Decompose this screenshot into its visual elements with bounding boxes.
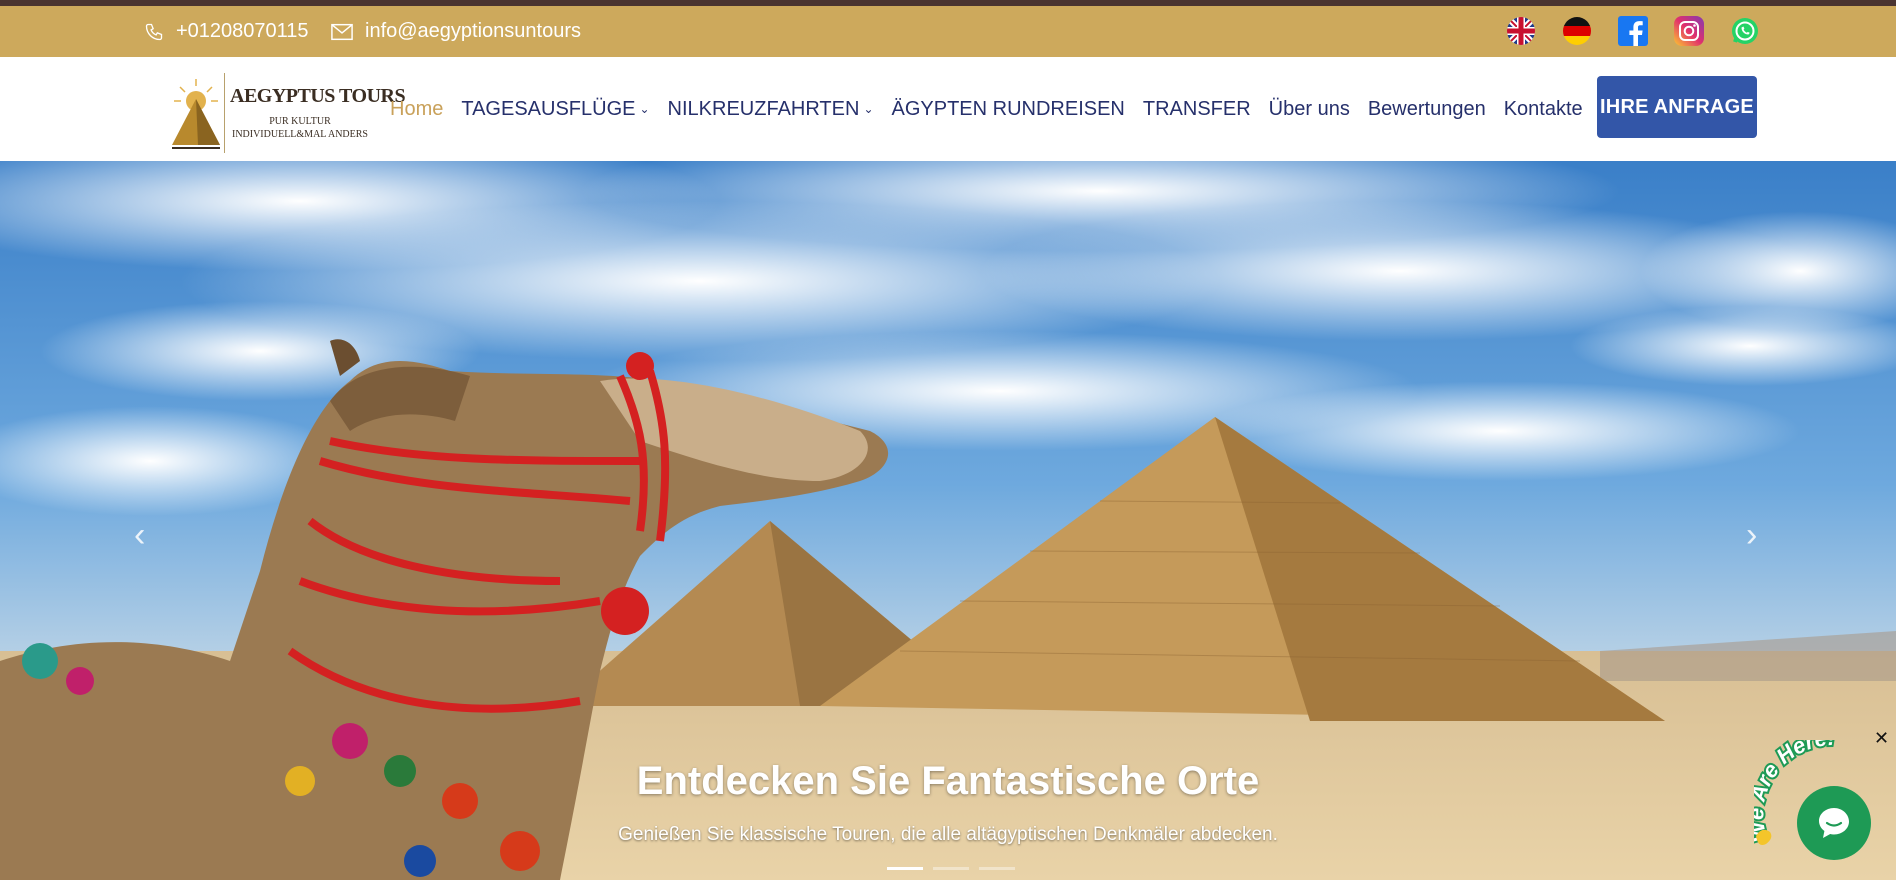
chevron-down-icon: ⌄ xyxy=(863,102,874,116)
logo-tagline: PUR KULTUR INDIVIDUELL&MAL ANDERS xyxy=(230,115,370,141)
slider-indicators xyxy=(887,867,1015,870)
nav-home[interactable]: Home xyxy=(390,98,443,121)
nav-tagesausfluege-label: TAGESAUSFLÜGE xyxy=(461,97,636,120)
phone-contact[interactable]: +01208070115 xyxy=(144,6,309,57)
mail-icon xyxy=(331,23,353,40)
germany-flag-icon[interactable] xyxy=(1562,16,1592,46)
main-menu: Home TAGESAUSFLÜGE ⌄ NILKREUZFAHRTEN ⌄ ÄGY… xyxy=(390,57,1601,161)
nav-aegypten-rundreisen[interactable]: ÄGYPTEN RUNDREISEN xyxy=(892,98,1125,121)
nav-bewertungen[interactable]: Bewertungen xyxy=(1368,98,1486,121)
chat-bubble-icon xyxy=(1819,808,1849,838)
nav-nilkreuzfahrten[interactable]: NILKREUZFAHRTEN ⌄ xyxy=(668,98,874,121)
logo-tagline-line-1: PUR KULTUR xyxy=(269,116,331,127)
nav-aegypten-rundreisen-label: ÄGYPTEN RUNDREISEN xyxy=(891,97,1125,120)
logo-tagline-line-2: INDIVIDUELL&MAL ANDERS xyxy=(231,129,368,140)
chevron-down-icon: ⌄ xyxy=(639,102,650,116)
nav-kontakte-label: Kontakte xyxy=(1503,97,1583,120)
logo-divider xyxy=(224,73,225,153)
main-navbar: AEGYPTUS TOURS PUR KULTUR INDIVIDUELL&MA… xyxy=(0,57,1896,161)
whatsapp-icon[interactable] xyxy=(1730,16,1760,46)
slider-prev-arrow[interactable]: ‹ xyxy=(134,516,145,555)
nav-tagesausfluege[interactable]: TAGESAUSFLÜGE ⌄ xyxy=(461,98,649,121)
slider-indicator-1[interactable] xyxy=(887,867,923,870)
social-links xyxy=(1506,16,1760,46)
nav-nilkreuzfahrten-label: NILKREUZFAHRTEN xyxy=(667,97,860,120)
chat-button[interactable] xyxy=(1797,786,1871,860)
instagram-icon[interactable] xyxy=(1674,16,1704,46)
pyramid-logo-icon xyxy=(172,79,220,149)
slider-indicator-2[interactable] xyxy=(933,867,969,870)
top-bar: +01208070115 info@aegyptionsuntours xyxy=(0,6,1896,57)
slider-indicator-3[interactable] xyxy=(979,867,1015,870)
phone-icon xyxy=(145,23,163,40)
hero-subtitle: Genießen Sie klassische Touren, die alle… xyxy=(618,824,1278,845)
slider-next-arrow[interactable]: › xyxy=(1746,516,1757,555)
inquiry-button[interactable]: IHRE ANFRAGE xyxy=(1597,76,1757,138)
email-contact[interactable]: info@aegyptionsuntours xyxy=(331,6,581,57)
phone-number: +01208070115 xyxy=(176,20,309,42)
email-address: info@aegyptionsuntours xyxy=(365,20,581,42)
hero-slider: ‹ › Entdecken Sie Fantastische Orte Geni… xyxy=(0,161,1896,880)
logo-title: AEGYPTUS TOURS xyxy=(230,85,406,107)
hero-title: Entdecken Sie Fantastische Orte xyxy=(636,759,1260,803)
nav-ueber-uns[interactable]: Über uns xyxy=(1269,98,1350,121)
nav-home-label: Home xyxy=(390,97,444,120)
uk-flag-icon[interactable] xyxy=(1506,16,1536,46)
site-logo[interactable]: AEGYPTUS TOURS PUR KULTUR INDIVIDUELL&MA… xyxy=(168,65,406,157)
nav-transfer[interactable]: TRANSFER xyxy=(1143,98,1251,121)
nav-kontakte[interactable]: Kontakte xyxy=(1504,98,1583,121)
nav-bewertungen-label: Bewertungen xyxy=(1367,97,1486,120)
facebook-icon[interactable] xyxy=(1618,16,1648,46)
nav-ueber-uns-label: Über uns xyxy=(1268,97,1350,120)
nav-transfer-label: TRANSFER xyxy=(1142,97,1251,120)
